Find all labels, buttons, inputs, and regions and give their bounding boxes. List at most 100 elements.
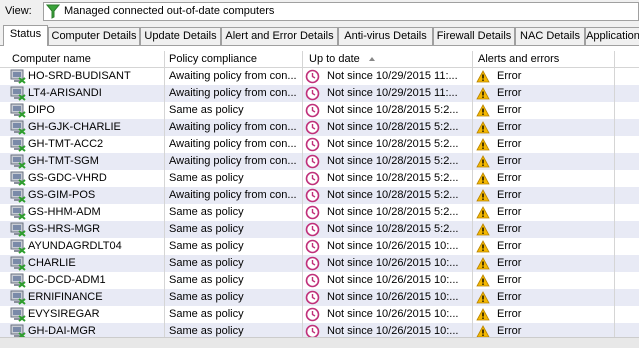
up-to-date-cell: Not since 10/28/2015 5:2... — [327, 155, 459, 167]
policy-compliance-cell: Same as policy — [169, 240, 244, 252]
warning-icon — [476, 257, 490, 270]
alerts-and-errors-cell: Error — [497, 155, 522, 167]
table-row[interactable]: HO-SRD-BUDISANT Awaiting policy from con.… — [0, 68, 639, 85]
computer-name-cell: EVYSIREGAR — [28, 308, 100, 320]
computer-name-cell: ERNIFINANCE — [28, 291, 103, 303]
computer-out-of-date-icon — [10, 239, 26, 254]
warning-icon — [476, 274, 490, 287]
clock-icon — [305, 86, 320, 101]
table-row[interactable]: LT4-ARISANDI Awaiting policy from con... N… — [0, 85, 639, 102]
table-row[interactable]: GS-HRS-MGR Same as policy Not since 10/28/… — [0, 221, 639, 238]
warning-icon — [476, 121, 490, 134]
up-to-date-cell: Not since 10/28/2015 5:2... — [327, 189, 459, 201]
computer-out-of-date-icon — [10, 120, 26, 135]
table-row[interactable]: ERNIFINANCE Same as policy Not since 10/26… — [0, 289, 639, 306]
tab-alert-and-error-details[interactable]: Alert and Error Details — [221, 27, 338, 45]
computer-out-of-date-icon — [10, 137, 26, 152]
alerts-and-errors-cell: Error — [497, 206, 522, 218]
clock-icon — [305, 137, 320, 152]
policy-compliance-cell: Awaiting policy from con... — [169, 121, 297, 133]
alerts-and-errors-cell: Error — [497, 291, 522, 303]
tab-firewall-details[interactable]: Firewall Details — [433, 27, 515, 45]
alerts-and-errors-cell: Error — [497, 240, 522, 252]
tab-update-details[interactable]: Update Details — [140, 27, 221, 45]
warning-icon — [476, 138, 490, 151]
computer-name-cell: GS-GDC-VHRD — [28, 172, 107, 184]
policy-compliance-cell: Same as policy — [169, 308, 244, 320]
warning-icon — [476, 155, 490, 168]
clock-icon — [305, 307, 320, 322]
computer-name-cell: GH-TMT-ACC2 — [28, 138, 104, 150]
horizontal-scrollbar[interactable] — [0, 337, 639, 348]
filter-icon — [46, 4, 60, 19]
computer-out-of-date-icon — [10, 171, 26, 186]
table-row[interactable]: GS-GDC-VHRD Same as policy Not since 10/28… — [0, 170, 639, 187]
up-to-date-cell: Not since 10/26/2015 10:... — [327, 308, 459, 320]
table-row[interactable]: GH-TMT-SGM Awaiting policy from con... Not… — [0, 153, 639, 170]
table-row[interactable]: DIPO Same as policy Not since 10/28/2015 5… — [0, 102, 639, 119]
tab-nac-details[interactable]: NAC Details — [515, 27, 585, 45]
alerts-and-errors-cell: Error — [497, 172, 522, 184]
table-row[interactable]: GH-TMT-ACC2 Awaiting policy from con... No… — [0, 136, 639, 153]
computer-name-cell: LT4-ARISANDI — [28, 87, 102, 99]
column-header-row: Computer name Policy compliance Up to da… — [0, 51, 639, 68]
alerts-and-errors-cell: Error — [497, 189, 522, 201]
warning-icon — [476, 206, 490, 219]
table-row[interactable]: EVYSIREGAR Same as policy Not since 10/26/… — [0, 306, 639, 323]
computer-out-of-date-icon — [10, 307, 26, 322]
up-to-date-cell: Not since 10/28/2015 5:2... — [327, 223, 459, 235]
policy-compliance-cell: Same as policy — [169, 274, 244, 286]
sort-ascending-icon — [369, 57, 375, 61]
policy-compliance-cell: Same as policy — [169, 223, 244, 235]
column-header-alerts-and-errors[interactable]: Alerts and errors — [478, 51, 559, 67]
up-to-date-cell: Not since 10/28/2015 5:2... — [327, 206, 459, 218]
computer-name-cell: HO-SRD-BUDISANT — [28, 70, 131, 82]
policy-compliance-cell: Same as policy — [169, 206, 244, 218]
clock-icon — [305, 171, 320, 186]
alerts-and-errors-cell: Error — [497, 70, 522, 82]
up-to-date-cell: Not since 10/26/2015 10:... — [327, 291, 459, 303]
alerts-and-errors-cell: Error — [497, 138, 522, 150]
table-row[interactable]: GS-GIM-POS Awaiting policy from con... Not… — [0, 187, 639, 204]
up-to-date-cell: Not since 10/28/2015 5:2... — [327, 121, 459, 133]
column-header-policy-compliance[interactable]: Policy compliance — [169, 51, 257, 67]
tab-anti-virus-details[interactable]: Anti-virus Details — [338, 27, 433, 45]
alerts-and-errors-cell: Error — [497, 87, 522, 99]
warning-icon — [476, 291, 490, 304]
tab-application[interactable]: Application — [585, 27, 639, 45]
policy-compliance-cell: Awaiting policy from con... — [169, 138, 297, 150]
policy-compliance-cell: Same as policy — [169, 172, 244, 184]
computer-name-cell: GH-GJK-CHARLIE — [28, 121, 121, 133]
view-selector[interactable]: Managed connected out-of-date computers — [43, 2, 639, 21]
clock-icon — [305, 69, 320, 84]
table-row[interactable]: DC-DCD-ADM1 Same as policy Not since 10/26… — [0, 272, 639, 289]
tab-computer-details[interactable]: Computer Details — [48, 27, 140, 45]
policy-compliance-cell: Same as policy — [169, 104, 244, 116]
computer-out-of-date-icon — [10, 205, 26, 220]
computer-out-of-date-icon — [10, 290, 26, 305]
tab-status[interactable]: Status — [3, 25, 48, 46]
computer-name-cell: GS-HHM-ADM — [28, 206, 101, 218]
up-to-date-cell: Not since 10/26/2015 10:... — [327, 240, 459, 252]
column-header-up-to-date[interactable]: Up to date — [309, 51, 360, 67]
clock-icon — [305, 154, 320, 169]
computer-out-of-date-icon — [10, 256, 26, 271]
clock-icon — [305, 273, 320, 288]
column-header-computer-name[interactable]: Computer name — [12, 51, 91, 67]
computer-out-of-date-icon — [10, 273, 26, 288]
warning-icon — [476, 87, 490, 100]
table-row[interactable]: AYUNDAGRDLT04 Same as policy Not since 10/… — [0, 238, 639, 255]
warning-icon — [476, 240, 490, 253]
view-label: View: — [5, 5, 32, 17]
tab-bar: Status Computer Details Update Details A… — [0, 25, 639, 46]
table-row[interactable]: GH-GJK-CHARLIE Awaiting policy from con..… — [0, 119, 639, 136]
computer-name-cell: DC-DCD-ADM1 — [28, 274, 106, 286]
clock-icon — [305, 188, 320, 203]
up-to-date-cell: Not since 10/28/2015 5:2... — [327, 138, 459, 150]
table-row[interactable]: GS-HHM-ADM Same as policy Not since 10/28/… — [0, 204, 639, 221]
table-row[interactable]: CHARLIE Same as policy Not since 10/26/201… — [0, 255, 639, 272]
warning-icon — [476, 172, 490, 185]
policy-compliance-cell: Awaiting policy from con... — [169, 70, 297, 82]
computer-out-of-date-icon — [10, 154, 26, 169]
computer-name-cell: CHARLIE — [28, 257, 76, 269]
